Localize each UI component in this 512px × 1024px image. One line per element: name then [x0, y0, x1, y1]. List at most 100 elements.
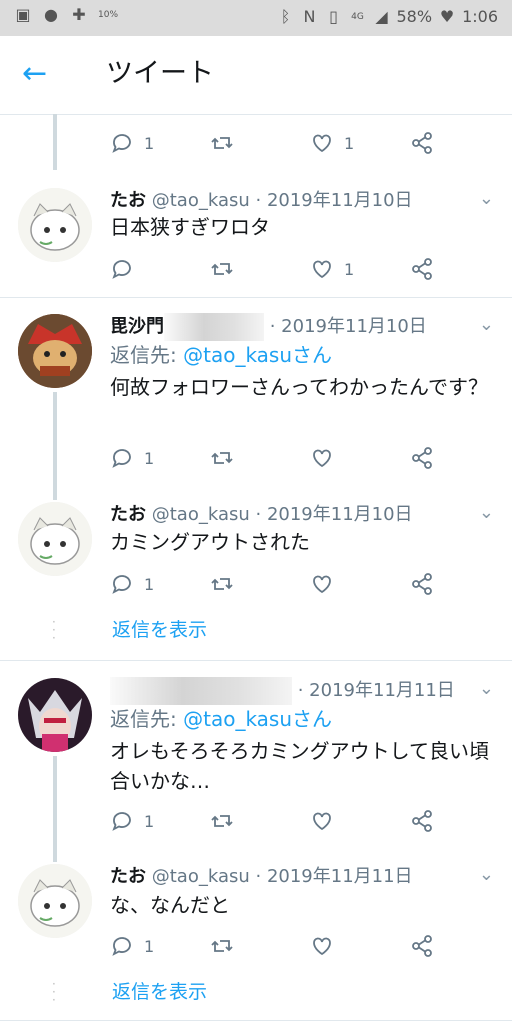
tweet-text: な、なんだと [110, 893, 230, 917]
thread-line [53, 392, 57, 500]
retweet-button[interactable] [210, 931, 234, 961]
vibrate-icon: ▯ [329, 6, 338, 26]
reply-mention-link[interactable]: @tao_kasuさん [183, 707, 332, 731]
share-icon [412, 573, 432, 595]
share-button[interactable] [410, 254, 434, 284]
show-replies-link[interactable]: 返信を表示 [112, 615, 207, 642]
avatar[interactable] [18, 314, 92, 388]
app-header: ← ツイート [0, 36, 512, 115]
divider [0, 297, 512, 298]
chevron-down-icon[interactable]: ⌄ [479, 502, 494, 523]
reply-icon [112, 575, 131, 594]
tweet-text: カミングアウトされた [110, 530, 310, 554]
share-button[interactable] [410, 128, 434, 158]
tweet-date: · 2019年11月11日 [297, 680, 455, 701]
page-title: ツイート [106, 58, 214, 89]
retweet-button[interactable] [210, 254, 234, 284]
display-name[interactable]: たお [110, 190, 146, 211]
like-button[interactable]: 1 [310, 128, 354, 158]
like-button[interactable] [310, 443, 334, 473]
status-bar: ▣ ● ✚ 10% ᛒ N ▯ 4G ◢ 58% ♥ 1:06 [0, 0, 512, 36]
chevron-down-icon[interactable]: ⌄ [479, 864, 494, 885]
signal-icon: ◢ [375, 6, 388, 26]
handle[interactable]: @tao_kasu [152, 190, 250, 211]
heart-outline-icon [313, 134, 331, 153]
heart-outline-icon [313, 575, 331, 594]
share-icon [412, 935, 432, 957]
battery-percent: 58% [396, 7, 433, 26]
thread-line [53, 114, 57, 170]
like-button[interactable] [310, 931, 334, 961]
tweet-actions: 1 [110, 806, 490, 836]
heart-outline-icon [313, 449, 331, 468]
reply-icon [112, 260, 131, 279]
chevron-down-icon[interactable]: ⌄ [479, 314, 494, 335]
chevron-down-icon[interactable]: ⌄ [479, 188, 494, 209]
avatar[interactable] [18, 864, 92, 938]
share-button[interactable] [410, 569, 434, 599]
reply-button[interactable]: 1 [110, 569, 154, 599]
nfc-icon: N [303, 6, 316, 26]
image-icon: ▣ [15, 5, 31, 24]
display-name[interactable]: たお [110, 504, 146, 525]
reply-icon [112, 449, 131, 468]
tweet-header: · 2019年11月11日 [110, 676, 455, 705]
reply-button[interactable]: 1 [110, 128, 154, 158]
tweet-date: · 2019年11月10日 [269, 316, 427, 337]
show-replies-link[interactable]: 返信を表示 [112, 977, 207, 1004]
share-icon [412, 258, 432, 280]
like-button[interactable]: 1 [310, 254, 354, 284]
share-button[interactable] [410, 931, 434, 961]
tweet-date: · 2019年11月10日 [255, 504, 413, 525]
reply-icon [112, 134, 131, 153]
tweet-date: · 2019年11月10日 [255, 190, 413, 211]
share-button[interactable] [410, 806, 434, 836]
tweet-actions: 1 [110, 569, 490, 599]
chevron-down-icon[interactable]: ⌄ [479, 678, 494, 699]
tweet-header: たお @tao_kasu · 2019年11月10日 [110, 500, 413, 526]
tweet-text: 何故フォロワーさんってわかったんです？ [110, 375, 488, 399]
divider [0, 1020, 512, 1021]
tweet-text: オレもそろそろカミングアウトして良い頃合いかな… [110, 739, 489, 793]
like-button[interactable] [310, 806, 334, 836]
display-name[interactable]: たお [110, 866, 146, 887]
share-icon [412, 810, 432, 832]
tweet-actions: 1 [110, 931, 490, 961]
tweet-header: 毘沙門 · 2019年11月10日 [110, 312, 427, 341]
retweet-button[interactable] [210, 443, 234, 473]
display-name[interactable]: 毘沙門 [110, 316, 164, 337]
tweet-date: · 2019年11月11日 [255, 866, 413, 887]
reply-context: 返信先: @tao_kasuさん [110, 707, 333, 731]
redacted-block [164, 313, 264, 341]
retweet-button[interactable] [210, 569, 234, 599]
share-button[interactable] [410, 443, 434, 473]
reply-mention-link[interactable]: @tao_kasuさん [183, 343, 332, 367]
reply-button[interactable]: 1 [110, 931, 154, 961]
reply-icon [112, 937, 131, 956]
tweet-actions: 1 1 [110, 128, 490, 158]
reply-button[interactable]: 1 [110, 806, 154, 836]
avatar[interactable] [18, 502, 92, 576]
thread-line [53, 756, 57, 862]
retweet-button[interactable] [210, 128, 234, 158]
redacted-block [110, 677, 292, 705]
like-button[interactable] [310, 569, 334, 599]
retweet-icon [211, 452, 233, 464]
tweet-header: たお @tao_kasu · 2019年11月10日 [110, 186, 413, 212]
reply-context: 返信先: @tao_kasuさん [110, 343, 333, 367]
retweet-icon [211, 940, 233, 952]
reply-button[interactable] [110, 254, 144, 284]
tweet-header: たお @tao_kasu · 2019年11月11日 [110, 862, 413, 888]
avatar[interactable] [18, 678, 92, 752]
divider [0, 660, 512, 661]
share-icon [412, 447, 432, 469]
handle[interactable]: @tao_kasu [152, 866, 250, 887]
avatar[interactable] [18, 188, 92, 262]
handle[interactable]: @tao_kasu [152, 504, 250, 525]
retweet-icon [211, 815, 233, 827]
back-arrow-icon[interactable]: ← [22, 56, 58, 92]
retweet-icon [211, 578, 233, 590]
heart-icon: ♥ [439, 6, 455, 26]
reply-button[interactable]: 1 [110, 443, 154, 473]
retweet-button[interactable] [210, 806, 234, 836]
